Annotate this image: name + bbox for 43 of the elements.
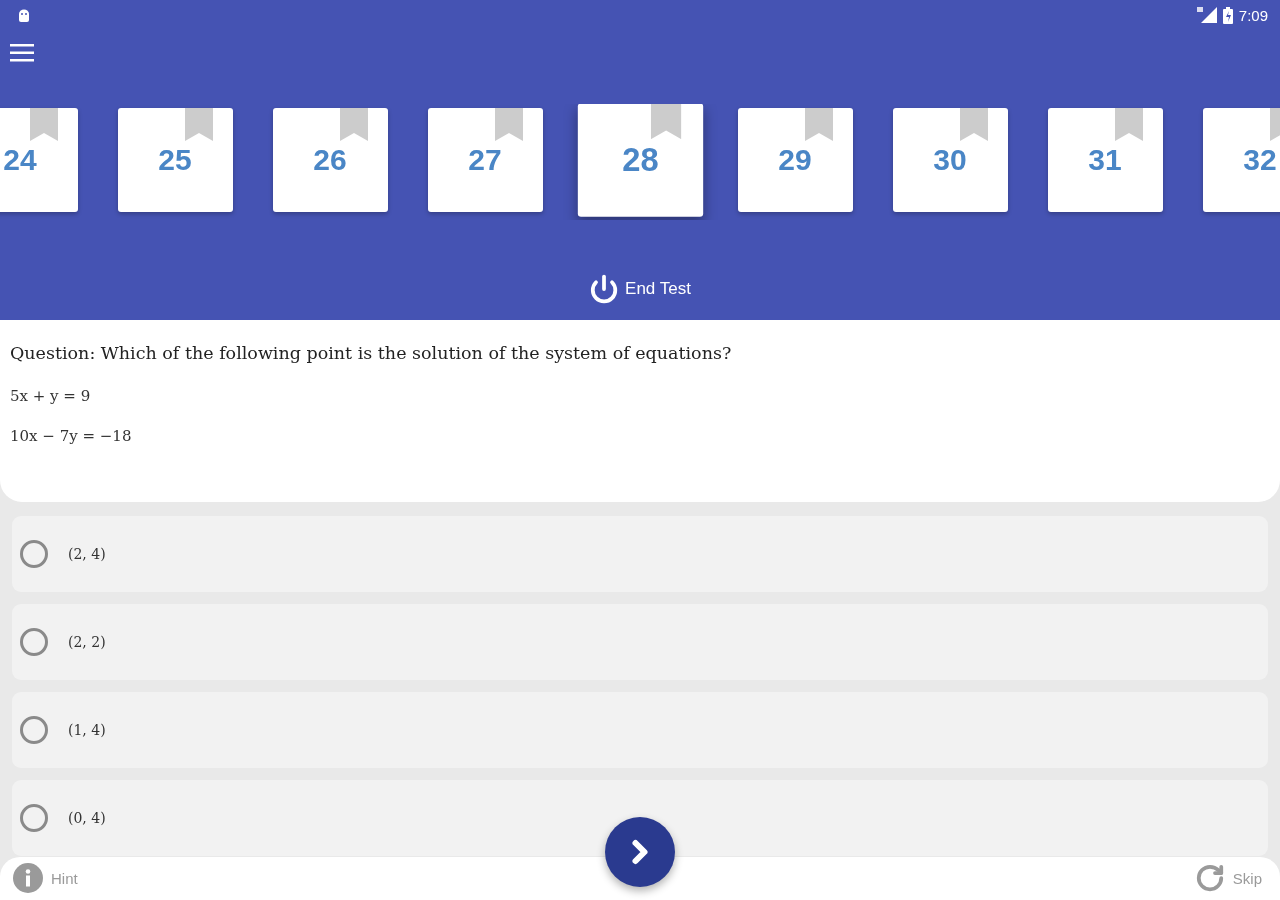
hint-button[interactable]: Hint [13, 863, 78, 894]
question-card[interactable]: 25 [117, 108, 233, 212]
answer-option[interactable]: (0, 4) [12, 779, 1268, 856]
question-card[interactable]: 30 [892, 108, 1008, 212]
radio-button[interactable] [20, 715, 48, 744]
question-card[interactable]: 31 [1047, 108, 1163, 212]
radio-button[interactable] [20, 803, 48, 832]
bookmark-icon[interactable] [494, 108, 523, 141]
option-text: (2, 4) [68, 545, 106, 562]
option-text: (2, 2) [68, 633, 106, 650]
clock-time: 7:09 [1238, 6, 1268, 24]
question-card[interactable]: 29 [737, 108, 853, 212]
circular-arrow-icon [1194, 863, 1225, 894]
power-icon [589, 274, 620, 304]
bookmark-icon[interactable] [1114, 108, 1143, 141]
equation: 5x + y = 9 [10, 386, 91, 406]
bookmark-icon[interactable] [339, 108, 368, 141]
bookmark-icon[interactable] [804, 108, 833, 141]
question-card[interactable]: 24 [0, 108, 78, 212]
answer-option[interactable]: (2, 4) [12, 515, 1268, 592]
option-text: (1, 4) [68, 721, 106, 738]
menu-icon[interactable] [10, 43, 34, 62]
question-card[interactable]: 32 [1202, 108, 1280, 212]
bookmark-icon[interactable] [29, 108, 58, 141]
answer-option[interactable]: (1, 4) [12, 691, 1268, 768]
answer-option[interactable]: (2, 2) [12, 603, 1268, 680]
question-card[interactable]: 27 [427, 108, 543, 212]
option-text: (0, 4) [68, 809, 106, 826]
radio-button[interactable] [20, 539, 48, 568]
bookmark-icon[interactable] [184, 108, 213, 141]
question-card[interactable]: 26 [272, 108, 388, 212]
question-text: Question: Which of the following point is the solution of the system of equations? [10, 342, 733, 365]
skip-button[interactable]: Skip [1194, 863, 1262, 894]
battery-icon [1222, 6, 1233, 24]
info-icon [13, 863, 43, 894]
bookmark-icon[interactable] [959, 108, 988, 141]
signal-icon [1196, 7, 1217, 23]
question-card[interactable]: 28 [577, 104, 703, 217]
android-icon [17, 8, 31, 22]
bookmark-icon[interactable] [650, 104, 681, 140]
end-test-button[interactable]: End Test [589, 274, 691, 304]
equation: 10x − 7y = −18 [10, 426, 132, 446]
radio-button[interactable] [20, 627, 48, 656]
